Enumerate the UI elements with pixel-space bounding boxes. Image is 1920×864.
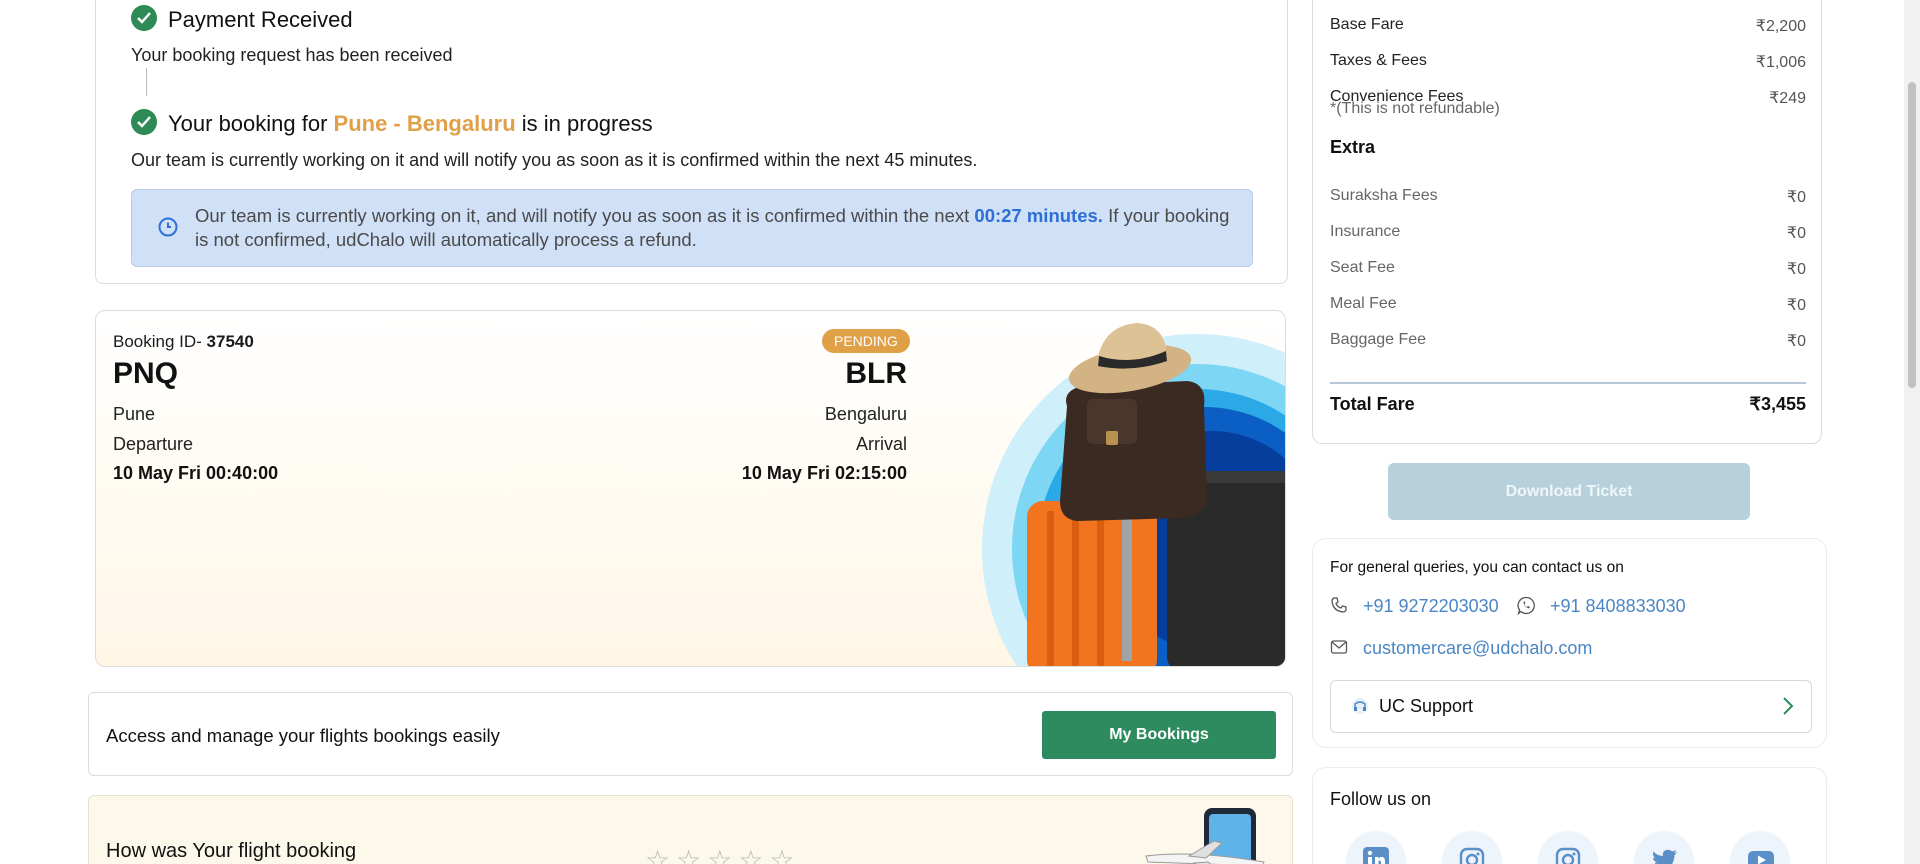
fare-label: Base Fare (1330, 16, 1404, 33)
instagram-icon (1555, 847, 1581, 864)
departure-label: Departure (113, 434, 194, 454)
scrollbar-thumb[interactable] (1908, 82, 1916, 388)
booking-progress-title: Your booking for Pune - Bengaluru is in … (168, 111, 653, 137)
support-icon (1352, 698, 1368, 714)
extra-heading: Extra (1330, 137, 1376, 157)
youtube-link[interactable] (1730, 831, 1790, 864)
fare-label: Suraksha Fees (1330, 187, 1438, 204)
info-prefix: Our team is currently working on it, and… (195, 205, 975, 226)
countdown-timer: 00:27 minutes. (974, 205, 1103, 226)
fare-value: ₹0 (1786, 225, 1806, 242)
mail-icon (1330, 640, 1348, 654)
uc-support-button[interactable]: UC Support (1330, 680, 1812, 733)
booking-id: Booking ID- 37540 (113, 332, 254, 352)
status-badge: PENDING (822, 329, 910, 353)
fare-label: Insurance (1330, 223, 1401, 240)
fare-row-suraksha: Suraksha Fees ₹0 (1330, 187, 1806, 207)
fare-value: ₹0 (1786, 333, 1806, 350)
fare-row-base: Base Fare ₹2,200 (1330, 16, 1806, 36)
page-scrollbar[interactable] (1904, 0, 1920, 864)
booking-status-card: Payment Received Your booking request ha… (95, 0, 1288, 284)
phone-link[interactable]: +91 9272203030 (1363, 596, 1499, 617)
fare-divider (1330, 382, 1806, 384)
linkedin-icon (1363, 847, 1389, 864)
fare-row-meal: Meal Fee ₹0 (1330, 295, 1806, 315)
fare-row-taxes: Taxes & Fees ₹1,006 (1330, 52, 1806, 72)
travel-luggage-illustration (982, 323, 1285, 666)
fare-label: Taxes & Fees (1330, 52, 1427, 69)
destination-code: BLR (845, 357, 907, 390)
convenience-fee-note: *(This is not refundable) (1330, 100, 1500, 117)
whatsapp-icon (1517, 596, 1535, 615)
instagram-icon (1459, 847, 1485, 864)
fare-row-baggage: Baggage Fee ₹0 (1330, 331, 1806, 351)
instagram-link-secondary[interactable] (1538, 831, 1598, 864)
uc-support-label: UC Support (1379, 696, 1474, 716)
payment-received-title: Payment Received (168, 7, 353, 32)
fare-value: ₹2,200 (1755, 18, 1806, 35)
youtube-icon (1748, 851, 1774, 864)
check-circle-icon (131, 5, 157, 31)
whatsapp-link[interactable]: +91 8408833030 (1550, 596, 1686, 617)
refund-info-text: Our team is currently working on it, and… (195, 204, 1235, 252)
fare-value: ₹0 (1786, 261, 1806, 278)
arrival-time: 10 May Fri 02:15:00 (741, 463, 907, 483)
feedback-question: How was Your flight booking (106, 840, 357, 862)
total-fare-value: ₹3,455 (1749, 394, 1807, 414)
booking-progress-subtitle: Our team is currently working on it and … (131, 150, 978, 170)
email-link[interactable]: customercare@udchalo.com (1363, 638, 1592, 659)
manage-bookings-card: Access and manage your flights bookings … (88, 692, 1293, 776)
timeline-connector (146, 68, 147, 96)
check-circle-icon (131, 109, 157, 135)
linkedin-link[interactable] (1346, 831, 1406, 864)
refund-info-box: Our team is currently working on it, and… (131, 189, 1253, 267)
feedback-card: How was Your flight booking ☆☆☆☆☆ (88, 795, 1293, 864)
booking-details-card: Booking ID- 37540 PENDING PNQ BLR Pune B… (95, 310, 1286, 667)
progress-suffix: is in progress (515, 111, 653, 136)
fare-row-seat: Seat Fee ₹0 (1330, 259, 1806, 279)
download-ticket-button[interactable]: Download Ticket (1388, 463, 1750, 520)
booking-id-value: 37540 (206, 332, 254, 351)
twitter-icon (1653, 849, 1677, 864)
contact-card: For general queries, you can contact us … (1312, 538, 1827, 748)
phone-icon (1331, 597, 1347, 613)
fare-label: Baggage Fee (1330, 331, 1427, 348)
chevron-right-icon (1783, 697, 1794, 715)
origin-city: Pune (113, 404, 156, 424)
fare-label: Seat Fee (1330, 259, 1395, 276)
plane-phone-illustration (1145, 808, 1265, 864)
fare-value: ₹249 (1769, 90, 1806, 107)
fare-total-row: Total Fare ₹3,455 (1330, 394, 1806, 415)
my-bookings-button[interactable]: My Bookings (1042, 711, 1276, 759)
booking-id-label: Booking ID- (113, 332, 207, 351)
manage-bookings-text: Access and manage your flights bookings … (106, 725, 500, 746)
fare-value: ₹0 (1786, 189, 1806, 206)
follow-us-card: Follow us on (1312, 767, 1827, 864)
departure-time: 10 May Fri 00:40:00 (113, 463, 279, 483)
total-fare-label: Total Fare (1330, 394, 1415, 414)
fare-value: ₹0 (1786, 297, 1806, 314)
fare-summary-card: Base Fare ₹2,200 Taxes & Fees ₹1,006 Conve… (1312, 0, 1822, 444)
progress-route: Pune - Bengaluru (333, 111, 516, 136)
follow-us-title: Follow us on (1330, 789, 1432, 809)
progress-prefix: Your booking for (168, 111, 334, 136)
star-rating-input[interactable]: ☆☆☆☆☆ (645, 844, 801, 864)
twitter-link[interactable] (1634, 831, 1694, 864)
instagram-link[interactable] (1442, 831, 1502, 864)
contact-title: For general queries, you can contact us … (1330, 559, 1624, 576)
origin-code: PNQ (113, 357, 179, 390)
fare-row-insurance: Insurance ₹0 (1330, 223, 1806, 243)
fare-value: ₹1,006 (1755, 54, 1806, 71)
arrival-label: Arrival (855, 434, 907, 454)
destination-city: Bengaluru (824, 404, 907, 424)
clock-icon (158, 217, 178, 237)
fare-label: Meal Fee (1330, 295, 1397, 312)
payment-received-subtitle: Your booking request has been received (131, 45, 453, 65)
